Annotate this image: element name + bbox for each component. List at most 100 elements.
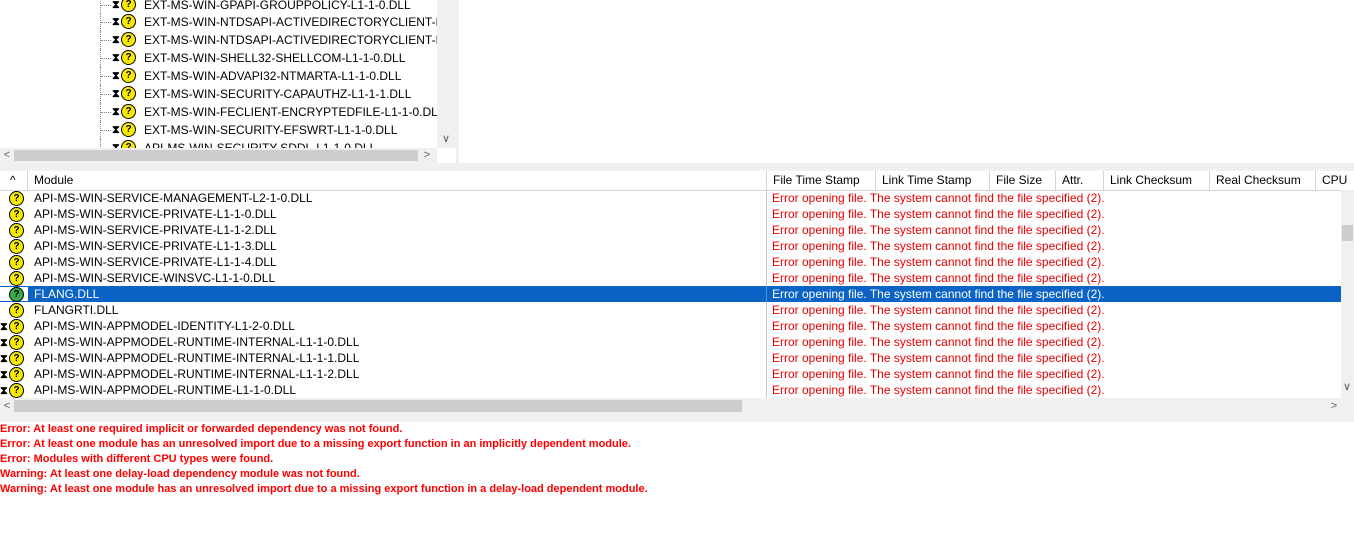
- module-list-header: ^ Module File Time Stamp Link Time Stamp…: [0, 171, 1354, 191]
- chevron-right-icon[interactable]: >: [1327, 399, 1341, 413]
- dependency-tree[interactable]: ⧗? EXT-MS-WIN-GPAPI-GROUPPOLICY-L1-1-0.D…: [0, 0, 456, 163]
- column-divider: [766, 286, 767, 302]
- error-message: Error opening file. The system cannot fi…: [772, 223, 1105, 237]
- table-row[interactable]: ⧗? API-MS-WIN-APPMODEL-RUNTIME-INTERNAL-…: [0, 334, 1341, 350]
- tree-item[interactable]: ⧗? EXT-MS-WIN-NTDSAPI-ACTIVEDIRECTORYCLI…: [0, 13, 453, 31]
- chevron-down-icon[interactable]: ∨: [439, 132, 453, 146]
- error-message: Error opening file. The system cannot fi…: [772, 303, 1105, 317]
- module-name: API-MS-WIN-SERVICE-PRIVATE-L1-1-3.DLL: [34, 239, 277, 253]
- log-line: Error: At least one required implicit or…: [0, 423, 403, 435]
- log-line: Error: Modules with different CPU types …: [0, 453, 274, 465]
- chevron-left-icon[interactable]: <: [0, 399, 14, 413]
- column-divider: [766, 254, 767, 270]
- missing-module-icon: ⧗?: [0, 191, 28, 206]
- tree-item[interactable]: ⧗? EXT-MS-WIN-SECURITY-EFSWRT-L1-1-0.DLL: [0, 121, 440, 139]
- column-header-cpu[interactable]: CPU: [1316, 171, 1354, 190]
- error-message: Error opening file. The system cannot fi…: [772, 383, 1105, 397]
- log-line: Warning: At least one module has an unre…: [0, 483, 648, 495]
- table-row[interactable]: ⧗? FLANGRTI.DLL Error opening file. The …: [0, 302, 1341, 318]
- error-message: Error opening file. The system cannot fi…: [772, 335, 1105, 349]
- delay-load-missing-icon: ⧗?: [0, 319, 28, 334]
- tree-vertical-scrollbar[interactable]: ∨: [437, 0, 456, 148]
- column-header-real-checksum[interactable]: Real Checksum: [1210, 171, 1316, 190]
- delay-load-missing-icon: ⧗?: [112, 104, 136, 119]
- tree-item-label: EXT-MS-WIN-SECURITY-CAPAUTHZ-L1-1-1.DLL: [144, 87, 412, 101]
- column-divider: [766, 270, 767, 286]
- column-divider: [766, 318, 767, 334]
- missing-module-icon: ⧗?: [0, 207, 28, 222]
- module-list-hscroll-thumb[interactable]: [14, 400, 742, 412]
- table-row[interactable]: ⧗? API-MS-WIN-APPMODEL-RUNTIME-INTERNAL-…: [0, 366, 1341, 382]
- column-divider: [766, 222, 767, 238]
- module-name: API-MS-WIN-SERVICE-PRIVATE-L1-1-2.DLL: [34, 223, 277, 237]
- error-message: Error opening file. The system cannot fi…: [772, 319, 1105, 333]
- tree-item-label: EXT-MS-WIN-SECURITY-EFSWRT-L1-1-0.DLL: [144, 123, 398, 137]
- table-row[interactable]: ⧗? API-MS-WIN-SERVICE-PRIVATE-L1-1-2.DLL…: [0, 222, 1341, 238]
- table-row[interactable]: ⧗? API-MS-WIN-SERVICE-PRIVATE-L1-1-4.DLL…: [0, 254, 1341, 270]
- column-header-attr[interactable]: Attr.: [1056, 171, 1104, 190]
- module-name: API-MS-WIN-APPMODEL-RUNTIME-INTERNAL-L1-…: [34, 351, 360, 365]
- error-message: Error opening file. The system cannot fi…: [772, 351, 1105, 365]
- delay-load-missing-icon: ⧗?: [112, 86, 136, 101]
- module-name: API-MS-WIN-APPMODEL-RUNTIME-INTERNAL-L1-…: [34, 367, 360, 381]
- table-row[interactable]: ⧗? API-MS-WIN-SERVICE-WINSVC-L1-1-0.DLL …: [0, 270, 1341, 286]
- delay-load-missing-icon: ⧗?: [112, 68, 136, 83]
- column-header-sort[interactable]: ^: [0, 171, 28, 190]
- table-row-selected[interactable]: ⧗? FLANG.DLL Error opening file. The sys…: [0, 286, 1341, 302]
- missing-module-icon: ⧗?: [0, 271, 28, 286]
- column-divider: [766, 190, 767, 206]
- table-row[interactable]: ⧗? API-MS-WIN-APPMODEL-IDENTITY-L1-2-0.D…: [0, 318, 1341, 334]
- column-header-file-time-stamp[interactable]: File Time Stamp: [767, 171, 876, 190]
- table-row[interactable]: ⧗? API-MS-WIN-SERVICE-MANAGEMENT-L2-1-0.…: [0, 190, 1341, 206]
- delay-load-missing-icon: ⧗?: [112, 0, 136, 12]
- module-name: API-MS-WIN-SERVICE-MANAGEMENT-L2-1-0.DLL: [34, 191, 313, 205]
- table-row[interactable]: ⧗? API-MS-WIN-APPMODEL-RUNTIME-L1-1-0.DL…: [0, 382, 1341, 398]
- module-name: API-MS-WIN-SERVICE-PRIVATE-L1-1-4.DLL: [34, 255, 277, 269]
- table-row[interactable]: ⧗? API-MS-WIN-APPMODEL-RUNTIME-INTERNAL-…: [0, 350, 1341, 366]
- log-line: Warning: At least one delay-load depende…: [0, 468, 360, 480]
- chevron-left-icon[interactable]: <: [0, 148, 14, 162]
- column-header-link-checksum[interactable]: Link Checksum: [1104, 171, 1210, 190]
- delay-load-missing-icon: ⧗?: [112, 32, 136, 47]
- missing-module-icon: ⧗?: [0, 287, 28, 302]
- table-row[interactable]: ⧗? API-MS-WIN-SERVICE-PRIVATE-L1-1-0.DLL…: [0, 206, 1341, 222]
- module-name: API-MS-WIN-APPMODEL-IDENTITY-L1-2-0.DLL: [34, 319, 295, 333]
- horizontal-splitter[interactable]: [0, 414, 1354, 422]
- delay-load-missing-icon: ⧗?: [112, 14, 136, 29]
- tree-item[interactable]: ⧗? EXT-MS-WIN-SHELL32-SHELLCOM-L1-1-0.DL…: [0, 49, 440, 67]
- module-list[interactable]: ^ Module File Time Stamp Link Time Stamp…: [0, 171, 1354, 414]
- module-list-vscroll-thumb[interactable]: [1342, 225, 1353, 241]
- tree-item-label: EXT-MS-WIN-SHELL32-SHELLCOM-L1-1-0.DLL: [144, 51, 406, 65]
- import-export-pane: [459, 0, 1354, 163]
- column-divider: [766, 366, 767, 382]
- tree-scroll-thumb[interactable]: [14, 150, 418, 161]
- table-row[interactable]: ⧗? API-MS-WIN-SERVICE-PRIVATE-L1-1-3.DLL…: [0, 238, 1341, 254]
- error-message: Error opening file. The system cannot fi…: [772, 239, 1105, 253]
- tree-item[interactable]: ⧗? EXT-MS-WIN-FECLIENT-ENCRYPTEDFILE-L1-…: [0, 103, 445, 121]
- column-divider: [766, 238, 767, 254]
- column-header-module[interactable]: Module: [28, 171, 767, 190]
- module-name: API-MS-WIN-APPMODEL-RUNTIME-INTERNAL-L1-…: [34, 335, 360, 349]
- tree-item-label: EXT-MS-WIN-ADVAPI32-NTMARTA-L1-1-0.DLL: [144, 69, 402, 83]
- log-line: Error: At least one module has an unreso…: [0, 438, 631, 450]
- error-message: Error opening file. The system cannot fi…: [772, 191, 1105, 205]
- tree-item-label: EXT-MS-WIN-NTDSAPI-ACTIVEDIRECTORYCLIENT…: [144, 33, 453, 47]
- chevron-right-icon[interactable]: >: [420, 148, 434, 162]
- delay-load-missing-icon: ⧗?: [112, 50, 136, 65]
- delay-load-missing-icon: ⧗?: [112, 122, 136, 137]
- tree-item[interactable]: ⧗? EXT-MS-WIN-ADVAPI32-NTMARTA-L1-1-0.DL…: [0, 67, 440, 85]
- column-divider: [766, 350, 767, 366]
- module-list-vertical-scrollbar[interactable]: ∨: [1341, 190, 1354, 398]
- column-header-file-size[interactable]: File Size: [990, 171, 1056, 190]
- module-name: API-MS-WIN-APPMODEL-RUNTIME-L1-1-0.DLL: [34, 383, 297, 397]
- chevron-down-icon[interactable]: ∨: [1340, 380, 1354, 394]
- tree-item[interactable]: ⧗? EXT-MS-WIN-NTDSAPI-ACTIVEDIRECTORYCLI…: [0, 31, 453, 49]
- column-header-link-time-stamp[interactable]: Link Time Stamp: [876, 171, 990, 190]
- horizontal-splitter[interactable]: [0, 163, 1354, 171]
- tree-item[interactable]: ⧗? EXT-MS-WIN-GPAPI-GROUPPOLICY-L1-1-0.D…: [0, 0, 440, 14]
- tree-item[interactable]: ⧗? EXT-MS-WIN-SECURITY-CAPAUTHZ-L1-1-1.D…: [0, 85, 440, 103]
- module-name: API-MS-WIN-SERVICE-WINSVC-L1-1-0.DLL: [34, 271, 276, 285]
- column-divider: [766, 334, 767, 350]
- error-message: Error opening file. The system cannot fi…: [772, 367, 1105, 381]
- error-message: Error opening file. The system cannot fi…: [772, 255, 1105, 269]
